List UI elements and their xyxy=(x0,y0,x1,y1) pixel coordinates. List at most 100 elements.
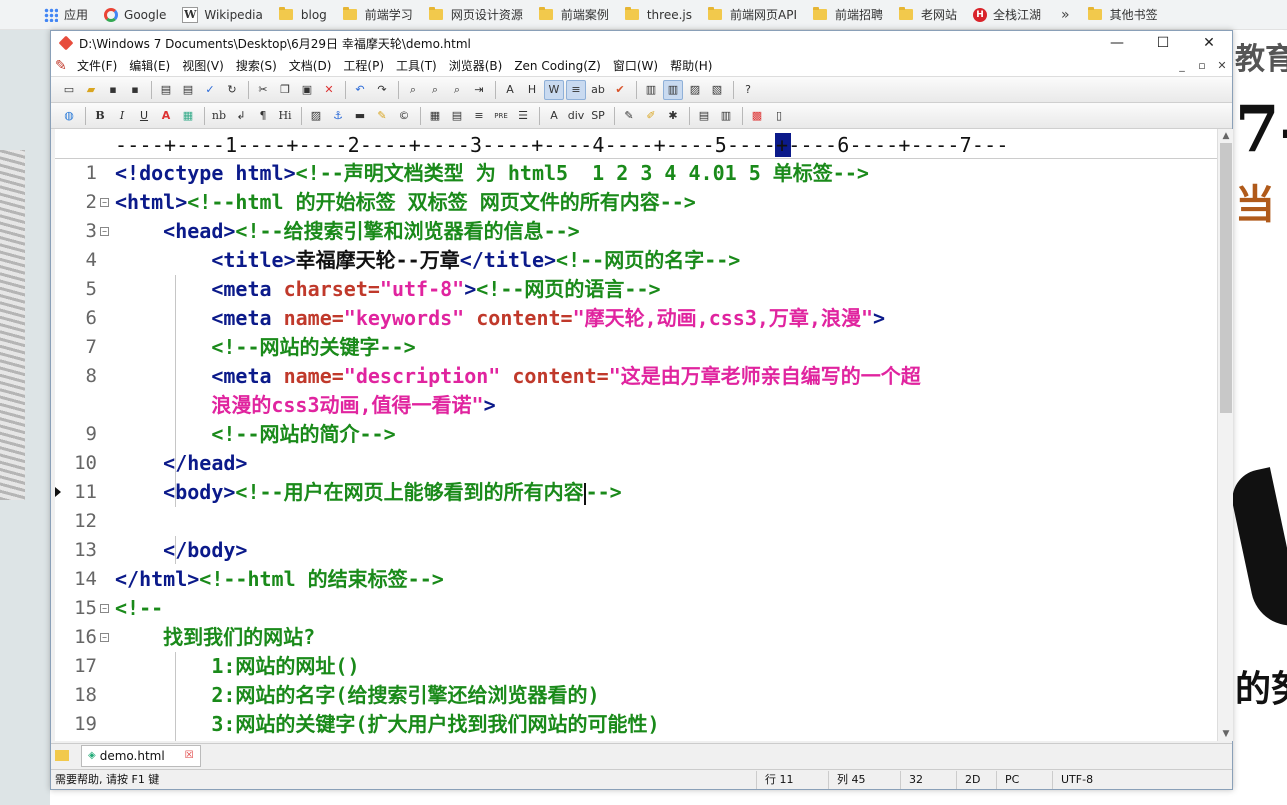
delete-icon[interactable]: ✕ xyxy=(319,80,339,100)
minimize-button[interactable]: — xyxy=(1094,31,1140,55)
code-line[interactable]: 16− 找到我们的网站? xyxy=(55,623,1217,652)
menu-window[interactable]: 窗口(W) xyxy=(613,57,658,74)
code-line[interactable]: 13 </body> xyxy=(55,536,1217,565)
brush-icon[interactable]: ✐ xyxy=(641,106,661,126)
vertical-scrollbar[interactable]: ▲ ▼ xyxy=(1217,129,1233,741)
code-line[interactable]: 11 <body><!--用户在网页上能够看到的所有内容 --> xyxy=(55,478,1217,507)
tab-demo-html[interactable]: ◈ demo.html ☒ xyxy=(81,744,201,767)
comment-pencil-icon[interactable]: ✎ xyxy=(372,106,392,126)
bookmark-apps[interactable]: 应用 xyxy=(44,6,88,23)
scroll-down-arrow-icon[interactable]: ▼ xyxy=(1218,727,1234,741)
menu-search[interactable]: 搜索(S) xyxy=(236,57,277,74)
cut-icon[interactable]: ✂ xyxy=(253,80,273,100)
table-icon[interactable]: ▦ xyxy=(425,106,445,126)
form-icon[interactable]: ▤ xyxy=(447,106,467,126)
bookmark-frontend-learning[interactable]: 前端学习 xyxy=(342,6,413,23)
code-line[interactable]: 3− <head><!--给搜索引擎和浏览器看的信息--> xyxy=(55,217,1217,246)
scrollbar-thumb[interactable] xyxy=(1220,143,1232,413)
help-cursor-icon[interactable]: ? xyxy=(738,80,758,100)
folder-icon[interactable] xyxy=(55,750,69,761)
nbsp-button[interactable]: nb xyxy=(209,106,229,126)
color-palette-icon[interactable]: ▦ xyxy=(178,106,198,126)
panel-toggle-icon[interactable]: ▯ xyxy=(769,106,789,126)
close-button[interactable]: ✕ xyxy=(1186,31,1232,55)
mdi-close-button[interactable]: ✕ xyxy=(1212,59,1232,72)
bookmark-blog[interactable]: blog xyxy=(278,7,327,22)
bookmark-web-design-resources[interactable]: 网页设计资源 xyxy=(428,6,523,23)
scroll-up-arrow-icon[interactable]: ▲ xyxy=(1218,129,1234,143)
menu-view[interactable]: 视图(V) xyxy=(182,57,224,74)
menu-tools[interactable]: 工具(T) xyxy=(396,57,437,74)
bookmark-frontend-cases[interactable]: 前端案例 xyxy=(538,6,609,23)
menu-document[interactable]: 文档(D) xyxy=(289,57,332,74)
code-line[interactable]: 8 <meta name="description" content="这是由万… xyxy=(55,362,1217,391)
print-preview-icon[interactable]: ▤ xyxy=(156,80,176,100)
code-line[interactable]: 14 </html><!--html 的结束标签--> xyxy=(55,565,1217,594)
save-icon[interactable]: ▪ xyxy=(103,80,123,100)
maximize-button[interactable]: ☐ xyxy=(1140,31,1186,55)
image-icon[interactable]: ▨ xyxy=(306,106,326,126)
paragraph-button[interactable]: ¶ xyxy=(253,106,273,126)
bookmark-frontend-jobs[interactable]: 前端招聘 xyxy=(813,6,883,23)
bookmark-wikipedia[interactable]: W Wikipedia xyxy=(182,6,263,23)
code-line[interactable]: 12 xyxy=(55,507,1217,536)
bold-button[interactable]: B xyxy=(90,106,110,126)
code-line[interactable]: 7 <!--网站的关键字--> xyxy=(55,333,1217,362)
redo-icon[interactable]: ↷ xyxy=(372,80,392,100)
bookmark-other[interactable]: 其他书签 xyxy=(1087,6,1158,23)
bookmarks-overflow-button[interactable]: » xyxy=(1061,7,1070,23)
mdi-restore-button[interactable]: ▫ xyxy=(1192,59,1212,72)
menu-edit[interactable]: 编辑(E) xyxy=(129,57,170,74)
fold-toggle-icon[interactable]: − xyxy=(100,198,109,207)
code-line[interactable]: 15− <!-- xyxy=(55,594,1217,623)
div-button[interactable]: div xyxy=(566,106,586,126)
mdi-minimize-button[interactable]: _ xyxy=(1172,59,1192,72)
print-icon[interactable]: ▤ xyxy=(178,80,198,100)
spell-check-icon[interactable]: ✓ xyxy=(200,80,220,100)
heading-insert-button[interactable]: Hi xyxy=(275,106,295,126)
layout-split-icon[interactable]: ▥ xyxy=(716,106,736,126)
menu-help[interactable]: 帮助(H) xyxy=(670,57,712,74)
code-line[interactable]: 浪漫的css3动画,值得一看诺"> xyxy=(55,391,1217,420)
heading-icon[interactable]: H xyxy=(522,80,542,100)
undo-icon[interactable]: ↶ xyxy=(350,80,370,100)
view-split-icon[interactable]: ▥ xyxy=(663,79,683,100)
find-in-files-icon[interactable]: ⌕ xyxy=(447,80,467,100)
fold-toggle-icon[interactable]: − xyxy=(100,604,109,613)
new-file-icon[interactable]: ▭ xyxy=(59,80,79,100)
save-all-icon[interactable]: ▪ xyxy=(125,80,145,100)
tab-close-icon[interactable]: ☒ xyxy=(185,750,194,761)
pre-button[interactable]: PRE xyxy=(491,106,511,126)
bookmark-threejs[interactable]: three.js xyxy=(624,7,692,22)
bookmark-fullstack[interactable]: H 全栈江湖 xyxy=(973,6,1041,23)
italic-button[interactable]: I xyxy=(112,106,132,126)
font-color-icon[interactable]: A xyxy=(156,106,176,126)
menu-project[interactable]: 工程(P) xyxy=(343,57,384,74)
align-center-icon[interactable]: ≡ xyxy=(469,106,489,126)
edit-page-icon[interactable]: ✎ xyxy=(619,106,639,126)
bookmark-old-site[interactable]: 老网站 xyxy=(899,6,957,23)
horizontal-rule-icon[interactable]: ▬ xyxy=(350,106,370,126)
copyright-icon[interactable]: © xyxy=(394,106,414,126)
anchor-icon[interactable]: ⚓ xyxy=(328,106,348,126)
code-line[interactable]: 5 <meta charset="utf-8"><!--网页的语言--> xyxy=(55,275,1217,304)
code-line[interactable]: 6 <meta name="keywords" content="摩天轮,动画,… xyxy=(55,304,1217,333)
find-replace-icon[interactable]: ⌕ xyxy=(425,80,445,100)
fold-toggle-icon[interactable]: − xyxy=(100,227,109,236)
fold-toggle-icon[interactable]: − xyxy=(100,633,109,642)
find-icon[interactable]: ⌕ xyxy=(403,80,423,100)
check-icon[interactable]: ✔ xyxy=(610,80,630,100)
layout-icon[interactable]: ▤ xyxy=(694,106,714,126)
code-line[interactable]: 18 2:网站的名字(给搜索引擎还给浏览器看的) xyxy=(55,681,1217,710)
open-folder-icon[interactable]: ▰ xyxy=(81,80,101,100)
underline-button[interactable]: U xyxy=(134,106,154,126)
case-convert-icon[interactable]: ab xyxy=(588,80,608,100)
word-wrap-icon[interactable]: W xyxy=(544,79,564,100)
code-line[interactable]: 2− <html><!--html 的开始标签 双标签 网页文件的所有内容--> xyxy=(55,188,1217,217)
menu-browser[interactable]: 浏览器(B) xyxy=(449,57,503,74)
tools-icon[interactable]: ✱ xyxy=(663,106,683,126)
code-line[interactable]: 9 <!--网站的简介--> xyxy=(55,420,1217,449)
bookmark-frontend-api[interactable]: 前端网页API xyxy=(708,6,797,23)
copy-icon[interactable]: ❐ xyxy=(275,80,295,100)
code-line[interactable]: 1 <!doctype html><!--声明文档类型 为 html5 1 2 3… xyxy=(55,159,1217,188)
